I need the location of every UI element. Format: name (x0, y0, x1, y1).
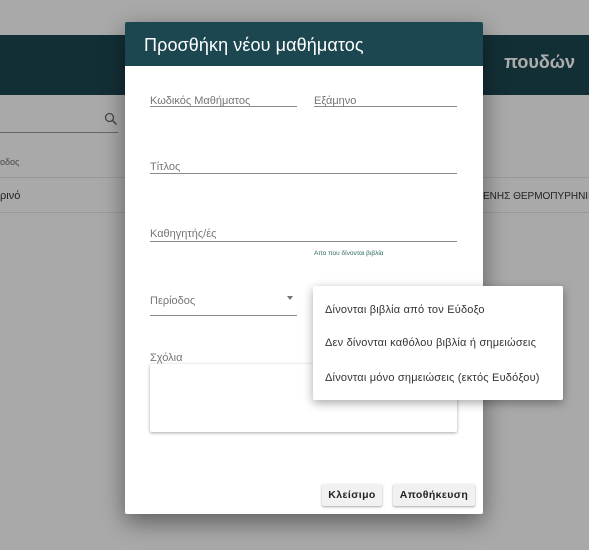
course-code-field[interactable]: Κωδικός Μαθήματος (150, 91, 297, 107)
field-underline (150, 315, 297, 316)
save-button[interactable]: Αποθήκευση (393, 484, 475, 506)
dialog-title: Προσθήκη νέου μαθήματος (144, 35, 364, 55)
comments-label: Σχόλια (150, 352, 183, 364)
semester-field[interactable]: Εξάμηνο (314, 91, 457, 107)
menu-item[interactable]: Δίνονται βιβλία από τον Εύδοξο (325, 304, 485, 316)
period-select[interactable]: Περίοδος (150, 291, 297, 316)
title-field[interactable]: Τίτλος (150, 157, 457, 174)
field-underline (150, 173, 457, 174)
books-source-menu: Δίνονται βιβλία από τον Εύδοξο Δεν δίνον… (313, 286, 563, 400)
close-button[interactable]: Κλείσιμο (322, 484, 382, 506)
comments-label-wrap: Σχόλια (150, 348, 250, 364)
dialog-header: Προσθήκη νέου μαθήματος (125, 22, 483, 66)
period-label: Περίοδος (150, 295, 196, 307)
books-source-label: Απο που δίνονται βιβλία (314, 250, 384, 257)
chevron-down-icon[interactable] (287, 296, 293, 300)
title-label: Τίτλος (150, 161, 181, 173)
field-underline (150, 106, 297, 107)
field-underline (150, 241, 457, 242)
add-course-dialog: Προσθήκη νέου μαθήματος Κωδικός Μαθήματο… (125, 22, 483, 514)
menu-item[interactable]: Δίνονται μόνο σημειώσεις (εκτός Ευδόξου) (325, 372, 540, 384)
professors-label: Καθηγητής/ές (150, 228, 217, 240)
menu-item[interactable]: Δεν δίνονται καθόλου βιβλία ή σημειώσεις (325, 337, 536, 349)
field-underline (314, 106, 457, 107)
professors-field[interactable]: Καθηγητής/ές (150, 224, 457, 242)
